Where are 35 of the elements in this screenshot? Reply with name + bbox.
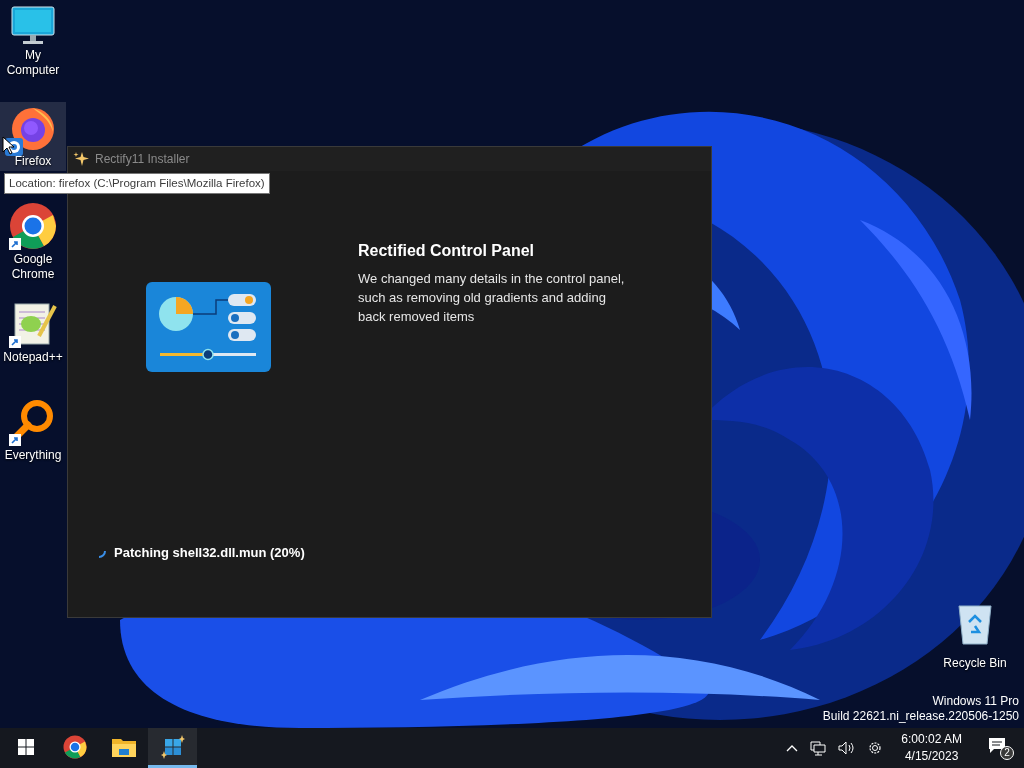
page-description: We changed many details in the control panel, such as removing old gradients and adding back removed items — [358, 270, 626, 326]
taskbar-button[interactable] — [148, 728, 197, 768]
settings-icon[interactable] — [867, 740, 884, 756]
desktop-icon[interactable]: Everything — [0, 396, 66, 465]
tooltip: Location: firefox (C:\Program Files\Mozilla Firefox) — [4, 173, 270, 195]
network-icon[interactable] — [810, 740, 827, 756]
clock-time: 6:00:02 AM — [901, 731, 962, 748]
build-watermark: Build 22621.ni_release.220506-1250 — [822, 709, 1019, 724]
windows-sparkle-icon — [160, 734, 185, 759]
edition-watermark: Windows 11 Pro — [932, 694, 1019, 709]
notifications-button[interactable]: 2 — [988, 736, 1014, 760]
desktop-icon-label: My Computer — [5, 48, 61, 78]
desktop-icon-label: Everything — [4, 448, 62, 463]
chevron-up-icon[interactable] — [786, 744, 799, 752]
notification-count: 2 — [1000, 746, 1014, 760]
clock-date: 4/15/2023 — [904, 748, 959, 765]
desktop-icon[interactable]: Google Chrome — [0, 200, 66, 284]
chrome-icon — [9, 202, 57, 250]
sparkle-icon — [73, 152, 89, 166]
monitor-icon — [11, 6, 55, 46]
desktop-icon-label: Recycle Bin — [943, 655, 1007, 672]
spinner-icon — [98, 550, 106, 558]
page-heading: Rectified Control Panel — [358, 241, 536, 261]
chrome-icon — [62, 734, 87, 759]
desktop-icon[interactable]: Notepad++ — [0, 298, 66, 367]
notepad-icon — [9, 300, 57, 348]
status-text: Patching shell32.dll.mun (20%) — [114, 544, 305, 562]
clock[interactable]: 6:00:02 AM 4/15/2023 — [895, 731, 968, 765]
window-title: Rectify11 Installer — [95, 151, 190, 168]
desktop-icon[interactable]: My Computer — [0, 4, 66, 80]
start-icon — [17, 738, 34, 755]
desktop-icon-label: Notepad++ — [3, 350, 63, 365]
desktop-icon-label: Google Chrome — [10, 252, 56, 282]
speaker-icon[interactable] — [838, 741, 856, 755]
desktop-icon-label: Firefox — [14, 154, 52, 169]
